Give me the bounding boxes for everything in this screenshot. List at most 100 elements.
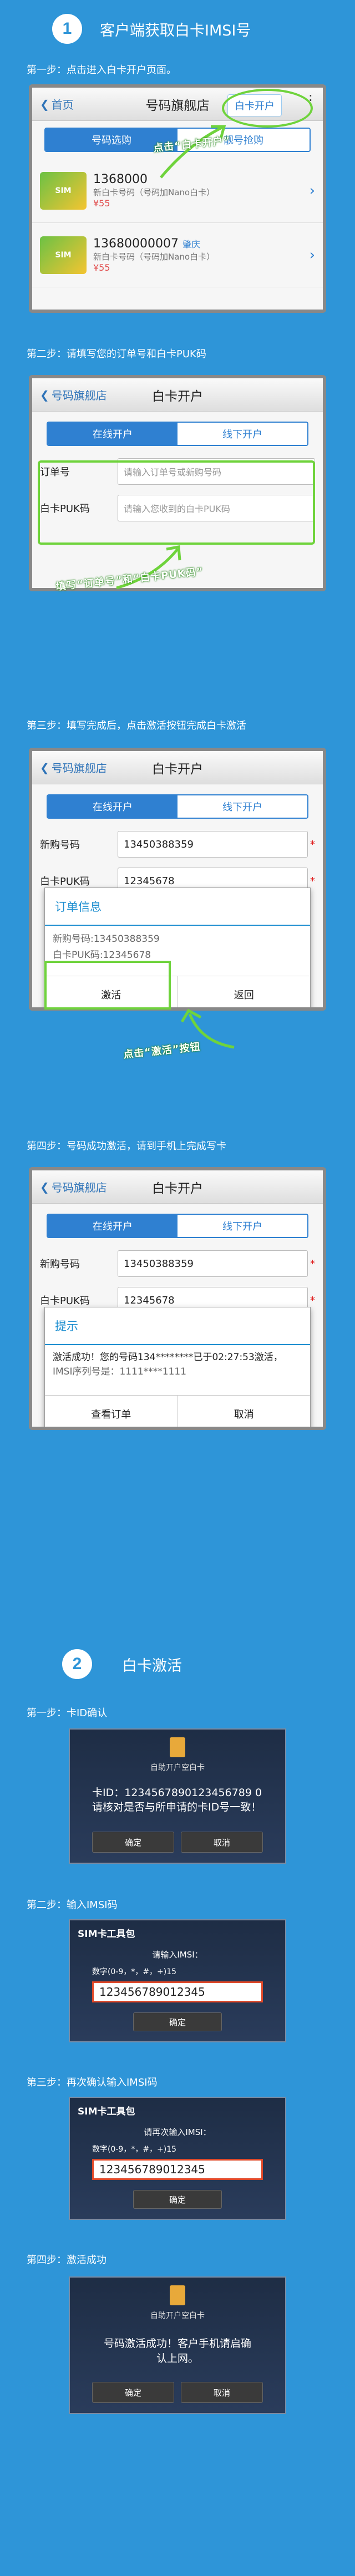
required-mark: * <box>310 1257 315 1270</box>
success-dialog: 提示 激活成功！您的号码134********已于02:27:53激活， IMS… <box>44 1307 311 1427</box>
dialog-title: 提示 <box>45 1307 310 1345</box>
tab-offline[interactable]: 线下开户 <box>178 423 307 445</box>
ok-button[interactable]: 确定 <box>133 2012 222 2031</box>
open-tabs: 在线开户 线下开户 <box>47 422 308 446</box>
tab-offline[interactable]: 线下开户 <box>178 1215 307 1237</box>
cancel-button[interactable]: 取消 <box>181 2382 263 2403</box>
chevron-left-icon: ❮ <box>40 760 49 774</box>
chevron-left-icon: ❮ <box>40 1180 49 1194</box>
annotation-text: 点击“激活”按钮 <box>123 1041 201 1061</box>
dialog-title: SIM卡工具包 <box>78 2106 135 2117</box>
prompt: 请输入IMSI： <box>152 1950 203 1960</box>
step-caption: 第四步：号码成功激活，请到手机上完成写卡 <box>27 1140 226 1152</box>
chevron-left-icon: ❮ <box>40 97 49 111</box>
ok-button[interactable]: 确定 <box>92 2382 174 2403</box>
confirm-line: 请核对是否与所申请的卡ID号一致！ <box>92 1801 262 1813</box>
back-button[interactable]: ❮ 号码旗舰店 <box>40 387 107 403</box>
dialog-line: 新购号码:13450388359 <box>53 934 160 945</box>
title-bar: ❮ 号码旗舰店 白卡开户 <box>32 1170 323 1204</box>
sim-icon <box>70 2285 285 2305</box>
required-mark: * <box>310 1294 315 1306</box>
highlight-circle <box>222 89 313 128</box>
dialog-title: 自助开户空白卡 <box>150 1763 205 1772</box>
tab-offline[interactable]: 线下开户 <box>178 795 307 818</box>
section-number-badge: 2 <box>62 1649 92 1679</box>
step-caption: 第三步：再次确认输入IMSI码 <box>27 2077 158 2088</box>
dialog-line: 激活成功！您的号码134********已于02:27:53激活， <box>53 1352 283 1363</box>
dialog-buttons: 确定 取消 <box>92 1832 263 1853</box>
section-1-header: 1 客户端获取白卡IMSI号 <box>0 6 355 52</box>
section-title: 客户端获取白卡IMSI号 <box>100 22 251 39</box>
item-number: 13680000007 <box>93 237 179 251</box>
phone-dialog-success: 自助开户空白卡 号码激活成功！客户手机请启确认上网。 确定 取消 <box>69 2276 286 2414</box>
tab-online[interactable]: 在线开户 <box>48 1215 178 1237</box>
item-region: 肇庆 <box>182 239 200 250</box>
dialog-body: 激活成功！您的号码134********已于02:27:53激活， IMSI序列… <box>45 1345 310 1385</box>
section-title: 白卡激活 <box>122 1657 182 1675</box>
phone-dialog-imsi: SIM卡工具包 请输入IMSI： 数字(0-9，*，#，+)15 1234567… <box>69 1919 286 2042</box>
number-label: 新购号码 <box>40 839 80 851</box>
cancel-button[interactable]: 取消 <box>181 1832 263 1853</box>
hint: 数字(0-9，*，#，+)15 <box>92 1968 177 1976</box>
open-tabs: 在线开户 线下开户 <box>47 1214 308 1238</box>
cancel-button[interactable]: 取消 <box>177 1396 311 1427</box>
step-caption: 第三步：填写完成后，点击激活按钮完成白卡激活 <box>27 720 246 732</box>
title-bar: ❮ 号码旗舰店 白卡开户 <box>32 751 323 784</box>
dialog-body: 号码激活成功！客户手机请启确认上网。 <box>103 2337 251 2365</box>
back-button[interactable]: ❮ 首页 <box>40 96 74 112</box>
tab-online[interactable]: 在线开户 <box>48 423 178 445</box>
ok-button[interactable]: 确定 <box>92 1832 174 1853</box>
puk-label: 白卡PUK码 <box>40 1295 90 1307</box>
dialog-title: 自助开户空白卡 <box>150 2311 205 2320</box>
dialog-line: IMSI序列号是：1111****1111 <box>53 1366 187 1377</box>
highlight-box <box>44 961 171 1010</box>
title-bar: ❮ 号码旗舰店 白卡开户 <box>32 378 323 412</box>
item-desc: 新白卡号码（号码加Nano白卡） <box>93 252 215 262</box>
phone-screen-success: ❮ 号码旗舰店 白卡开户 在线开户 线下开户 新购号码 13450388359 *… <box>29 1167 326 1430</box>
chevron-right-icon: › <box>309 246 315 263</box>
tab-online[interactable]: 在线开户 <box>48 795 178 818</box>
imsi-input[interactable]: 123456789012345 <box>92 1981 263 2002</box>
required-mark: * <box>310 875 315 887</box>
dialog-buttons: 查看订单 取消 <box>45 1395 311 1427</box>
highlight-box <box>38 460 315 545</box>
sim-card-icon: SIM <box>40 171 87 210</box>
dialog-title: SIM卡工具包 <box>78 1929 135 1940</box>
chevron-right-icon: › <box>309 182 315 199</box>
ok-button[interactable]: 确定 <box>133 2190 222 2209</box>
step-caption: 第二步：请填写您的订单号和白卡PUK码 <box>27 348 206 360</box>
required-mark: * <box>310 838 315 850</box>
card-id-line: 卡ID：1234567890123456789 0 <box>92 1787 262 1799</box>
sim-card-icon: SIM <box>40 236 87 274</box>
prompt: 请再次输入IMSI： <box>144 2127 211 2137</box>
section-number-badge: 1 <box>52 14 82 44</box>
item-price: ¥55 <box>93 198 110 209</box>
back-button[interactable]: ❮ 号码旗舰店 <box>40 1179 107 1195</box>
item-price: ¥55 <box>93 262 110 273</box>
chevron-left-icon: ❮ <box>40 388 49 402</box>
step-caption: 第二步：输入IMSI码 <box>27 1899 118 1911</box>
list-item[interactable]: SIM 13680000007 肇庆 新白卡号码（号码加Nano白卡） ¥55 … <box>32 223 323 287</box>
puk-label: 白卡PUK码 <box>40 876 90 888</box>
dialog-body: 卡ID：1234567890123456789 0 请核对是否与所申请的卡ID号… <box>92 1786 263 1814</box>
phone-dialog-imsi-confirm: SIM卡工具包 请再次输入IMSI： 数字(0-9，*，#，+)15 12345… <box>69 2097 286 2220</box>
dialog-title: 订单信息 <box>45 888 310 926</box>
item-desc: 新白卡号码（号码加Nano白卡） <box>93 187 215 197</box>
view-order-button[interactable]: 查看订单 <box>45 1396 178 1427</box>
number-row: 新购号码 13450388359 * <box>40 829 315 860</box>
section-2-header: 2 白卡激活 <box>0 1641 355 1687</box>
number-input[interactable]: 13450388359 <box>118 831 308 858</box>
imsi-input[interactable]: 123456789012345 <box>92 2159 263 2180</box>
number-row: 新购号码 13450388359 * <box>40 1248 315 1279</box>
phone-dialog-card-id: 自助开户空白卡 卡ID：1234567890123456789 0 请核对是否与… <box>69 1728 286 1864</box>
back-button[interactable]: ❮ 号码旗舰店 <box>40 759 107 775</box>
open-tabs: 在线开户 线下开户 <box>47 794 308 819</box>
step-caption: 第一步：点击进入白卡开户页面。 <box>27 64 176 76</box>
item-text: 13680000007 肇庆 新白卡号码（号码加Nano白卡） ¥55 <box>93 237 310 273</box>
number-label: 新购号码 <box>40 1259 80 1270</box>
number-input[interactable]: 13450388359 <box>118 1250 308 1277</box>
hint: 数字(0-9，*，#，+)15 <box>92 2145 177 2154</box>
step-caption: 第四步：激活成功 <box>27 2254 106 2266</box>
step-caption: 第一步：卡ID确认 <box>27 1707 108 1719</box>
sim-icon <box>70 1737 285 1757</box>
